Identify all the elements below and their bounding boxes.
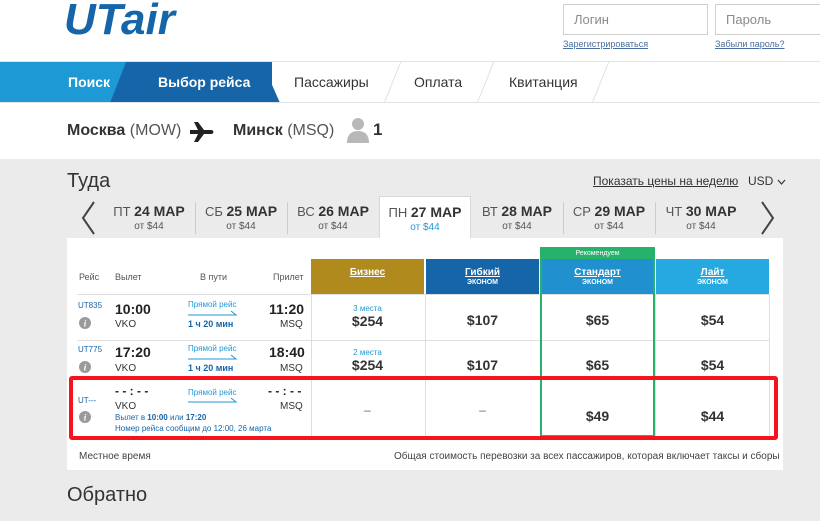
passenger-count: 1 bbox=[373, 120, 383, 139]
direct-flight-label: Прямой рейс bbox=[188, 388, 237, 397]
flight-row[interactable]: UT775 i 17:20 VKO Прямой рейс 1 ч 20 мин… bbox=[67, 340, 783, 386]
departure-time: 17:20 bbox=[115, 344, 151, 360]
login-input[interactable]: Логин bbox=[563, 4, 708, 35]
step-passengers[interactable]: Пассажиры bbox=[294, 62, 369, 102]
chevron-down-icon bbox=[777, 179, 786, 185]
seats-left: 2 места bbox=[353, 348, 382, 357]
step-receipt[interactable]: Квитанция bbox=[509, 62, 578, 102]
departure-airport: VKO bbox=[115, 319, 137, 330]
plane-icon bbox=[190, 122, 214, 142]
seats-left: 3 места bbox=[353, 304, 382, 313]
step-divider bbox=[591, 62, 610, 102]
flight-row-unassigned[interactable]: UT--- i - - : - - VKO Прямой рейс - - : … bbox=[67, 384, 783, 436]
arrow-right-icon bbox=[188, 354, 238, 360]
header-flight: Рейс bbox=[79, 272, 100, 282]
direct-flight-label: Прямой рейс bbox=[188, 300, 237, 309]
passenger-icon bbox=[347, 118, 369, 143]
arrival-time: 11:20 bbox=[269, 301, 305, 317]
utair-logo[interactable]: UTair bbox=[62, 0, 230, 42]
step-choose-flight[interactable]: Выбор рейса bbox=[124, 62, 272, 102]
date-tab[interactable]: ПТ 24 МАР от $44 bbox=[103, 196, 195, 238]
prev-dates-arrow-icon[interactable] bbox=[78, 200, 100, 236]
price-flex[interactable]: $107 bbox=[426, 357, 539, 373]
date-tab[interactable]: СР 29 МАР от $44 bbox=[563, 196, 655, 238]
departure-time: - - : - - bbox=[115, 384, 149, 398]
flights-table: Рейс Вылет В пути Прилет Рекомендуем Биз… bbox=[67, 238, 783, 470]
price-standard[interactable]: $65 bbox=[541, 312, 654, 328]
header-arrive: Прилет bbox=[273, 272, 304, 282]
flight-number: UT835 bbox=[78, 301, 103, 310]
price-standard[interactable]: $65 bbox=[541, 357, 654, 373]
direct-flight-label: Прямой рейс bbox=[188, 344, 237, 353]
step-divider bbox=[383, 62, 402, 102]
info-icon[interactable]: i bbox=[79, 317, 91, 329]
arrival-time: 18:40 bbox=[269, 344, 305, 360]
outbound-title: Туда bbox=[67, 170, 111, 192]
fare-business-header[interactable]: Бизнес bbox=[311, 259, 424, 294]
local-time-note: Местное время bbox=[79, 451, 151, 462]
info-icon[interactable]: i bbox=[79, 361, 91, 373]
price-light[interactable]: $54 bbox=[656, 312, 769, 328]
total-price-note: Общая стоимость перевозки за всех пассаж… bbox=[394, 451, 780, 462]
next-dates-arrow-icon[interactable] bbox=[756, 200, 778, 236]
arrival-time: - - : - - bbox=[268, 384, 302, 398]
step-search[interactable]: Поиск bbox=[0, 62, 124, 102]
flight-duration: 1 ч 20 мин bbox=[188, 319, 234, 329]
price-business[interactable]: $254 bbox=[311, 357, 424, 373]
date-tab[interactable]: СБ 25 МАР от $44 bbox=[195, 196, 287, 238]
price-flex[interactable]: $107 bbox=[426, 312, 539, 328]
price-flex: – bbox=[479, 403, 486, 417]
flight-number: UT775 bbox=[78, 345, 103, 354]
route-summary: Москва (MOW) Минск (MSQ) bbox=[0, 103, 820, 159]
return-title: Обратно bbox=[67, 484, 148, 506]
fare-light-header[interactable]: Лайт ЭКОНОМ bbox=[656, 259, 769, 294]
week-prices-link[interactable]: Показать цены на неделю bbox=[593, 174, 738, 188]
date-tab[interactable]: ВС 26 МАР от $44 bbox=[287, 196, 379, 238]
departure-airport: VKO bbox=[115, 363, 137, 374]
departure-airport: VKO bbox=[115, 401, 137, 412]
arrival-airport: MSQ bbox=[280, 363, 303, 374]
origin: Москва (MOW) bbox=[67, 122, 182, 139]
arrow-right-icon bbox=[188, 397, 238, 403]
header-duration: В пути bbox=[200, 272, 228, 282]
header-depart: Вылет bbox=[115, 272, 142, 282]
price-business[interactable]: $254 bbox=[311, 313, 424, 329]
flight-duration: 1 ч 20 мин bbox=[188, 363, 234, 373]
currency-select[interactable]: USD bbox=[748, 174, 786, 188]
info-icon[interactable]: i bbox=[79, 411, 91, 423]
arrival-airport: MSQ bbox=[280, 401, 303, 412]
price-light[interactable]: $54 bbox=[656, 357, 769, 373]
step-payment[interactable]: Оплата bbox=[414, 62, 462, 102]
fare-standard-header[interactable]: Стандарт ЭКОНОМ bbox=[541, 259, 654, 294]
step-divider bbox=[110, 62, 126, 102]
booking-steps: Поиск Выбор рейса Пассажиры Оплата Квита… bbox=[0, 61, 820, 103]
row-divider bbox=[77, 436, 770, 437]
fare-flex-header[interactable]: Гибкий ЭКОНОМ bbox=[426, 259, 539, 294]
date-selector: ПТ 24 МАР от $44 СБ 25 МАР от $44 ВС 26 … bbox=[103, 196, 751, 239]
date-tab-selected[interactable]: ПН 27 МАР от $44 bbox=[379, 196, 471, 239]
svg-text:UTair: UTair bbox=[64, 0, 178, 42]
departure-time: 10:00 bbox=[115, 301, 151, 317]
step-divider bbox=[262, 62, 280, 102]
register-link[interactable]: Зарегистрироваться bbox=[563, 39, 648, 49]
departure-note: Вылет в 10:00 или 17:20 bbox=[115, 413, 207, 422]
forgot-password-link[interactable]: Забыли пароль? bbox=[715, 39, 784, 49]
price-light[interactable]: $44 bbox=[656, 408, 769, 424]
price-business: – bbox=[364, 403, 371, 417]
step-divider bbox=[476, 62, 495, 102]
flight-number-note: Номер рейса сообщим до 12:00, 26 марта bbox=[115, 424, 272, 433]
date-tab[interactable]: ЧТ 30 МАР от $44 bbox=[655, 196, 747, 238]
flight-row[interactable]: UT835 i 10:00 VKO Прямой рейс 1 ч 20 мин… bbox=[67, 294, 783, 340]
arrival-airport: MSQ bbox=[280, 319, 303, 330]
price-standard[interactable]: $49 bbox=[541, 408, 654, 424]
destination: Минск (MSQ) bbox=[233, 122, 335, 139]
password-input[interactable]: Пароль bbox=[715, 4, 820, 35]
site-header: UTair Логин Пароль Зарегистрироваться За… bbox=[0, 0, 820, 61]
arrow-right-icon bbox=[188, 310, 238, 316]
date-tab[interactable]: ВТ 28 МАР от $44 bbox=[471, 196, 563, 238]
flight-number: UT--- bbox=[78, 396, 97, 405]
